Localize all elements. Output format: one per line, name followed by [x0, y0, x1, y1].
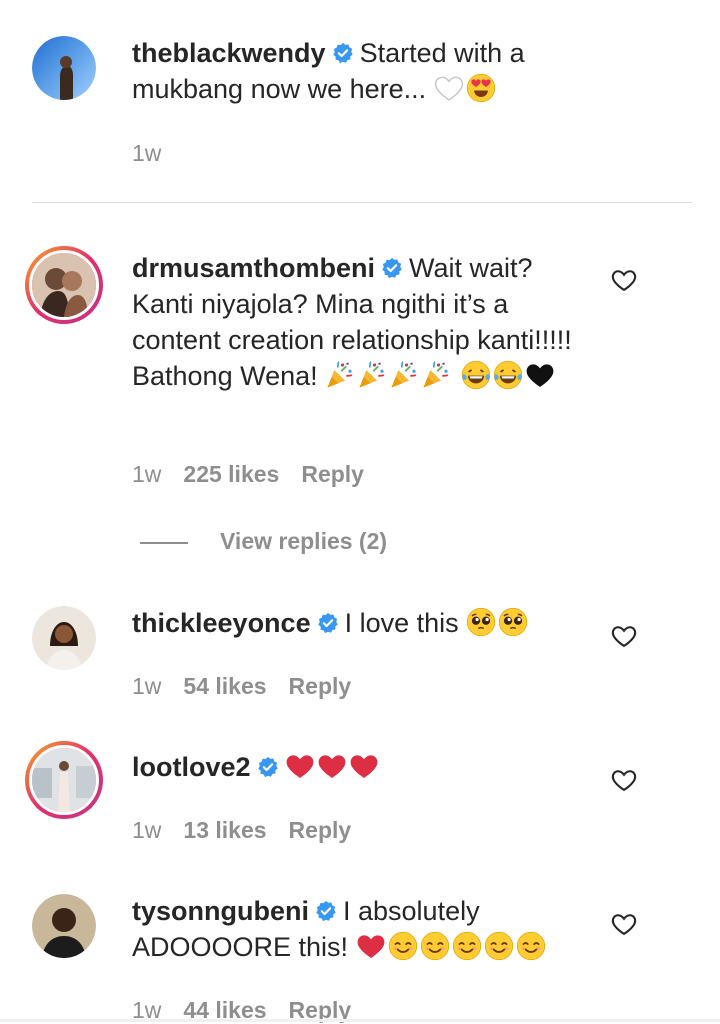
like-heart-icon[interactable] — [610, 766, 638, 794]
timestamp: 1w — [132, 461, 162, 487]
avatar[interactable] — [32, 606, 96, 670]
white-heart-icon — [434, 73, 464, 103]
comment-meta: 1w 54 likes Reply — [132, 673, 373, 700]
timestamp: 1w — [132, 817, 162, 843]
timestamp: 1w — [132, 673, 162, 699]
avatar[interactable] — [32, 36, 96, 100]
username[interactable]: tysonngubeni — [132, 896, 309, 926]
view-replies-label: View replies (2) — [220, 528, 388, 554]
likes-count[interactable]: 225 likes — [183, 461, 279, 487]
party-popper-icon — [389, 360, 419, 390]
verified-badge-icon — [257, 756, 279, 778]
reply-button[interactable]: Reply — [301, 461, 364, 487]
comment-meta: 1w — [132, 140, 183, 167]
comment-meta: 1w 13 likes Reply — [132, 817, 373, 844]
avatar[interactable] — [32, 894, 96, 958]
username[interactable]: drmusamthombeni — [132, 253, 375, 283]
comment-text: I love this — [344, 608, 467, 638]
red-heart-icon — [349, 751, 379, 781]
username[interactable]: theblackwendy — [132, 38, 326, 68]
verified-badge-icon — [317, 612, 339, 634]
username[interactable]: thickleeyonce — [132, 608, 311, 638]
comment-meta: 1w 225 likes Reply — [132, 461, 386, 488]
comment-text-block: theblackwendy Started with a mukbang now … — [132, 35, 582, 107]
party-popper-icon — [357, 360, 387, 390]
red-heart-icon — [317, 751, 347, 781]
reply-button[interactable]: Reply — [289, 673, 352, 699]
smiling-face-icon — [388, 931, 418, 961]
likes-count[interactable]: 54 likes — [183, 673, 266, 699]
verified-badge-icon — [315, 900, 337, 922]
smiling-face-icon — [516, 931, 546, 961]
like-heart-icon[interactable] — [610, 622, 638, 650]
avatar[interactable] — [25, 246, 103, 324]
avatar[interactable] — [25, 741, 103, 819]
like-heart-icon[interactable] — [610, 910, 638, 938]
replies-line — [140, 542, 188, 544]
party-popper-icon — [421, 360, 451, 390]
smiling-face-icon — [452, 931, 482, 961]
black-heart-icon — [525, 360, 555, 390]
verified-badge-icon — [332, 42, 354, 64]
verified-badge-icon — [381, 257, 403, 279]
heart-eyes-icon — [466, 73, 496, 103]
comment-text-block: drmusamthombeni Wait wait? Kanti niyajola… — [132, 250, 582, 394]
smiling-face-icon — [484, 931, 514, 961]
like-heart-icon[interactable] — [610, 266, 638, 294]
comment-text-block: tysonngubeni I absolutely ADOOOORE this! — [132, 893, 582, 965]
divider — [32, 202, 692, 203]
smiling-face-icon — [420, 931, 450, 961]
comment-text-block: lootlove2 — [132, 749, 582, 785]
party-popper-icon — [325, 360, 355, 390]
username[interactable]: lootlove2 — [132, 752, 251, 782]
timestamp: 1w — [132, 140, 162, 166]
joy-icon — [493, 360, 523, 390]
red-heart-icon — [285, 751, 315, 781]
comment-text-block: thickleeyonce I love this — [132, 605, 582, 641]
pleading-face-icon — [466, 607, 496, 637]
joy-icon — [461, 360, 491, 390]
pleading-face-icon — [498, 607, 528, 637]
likes-count[interactable]: 13 likes — [183, 817, 266, 843]
reply-button[interactable]: Reply — [289, 817, 352, 843]
red-heart-icon — [356, 931, 386, 961]
